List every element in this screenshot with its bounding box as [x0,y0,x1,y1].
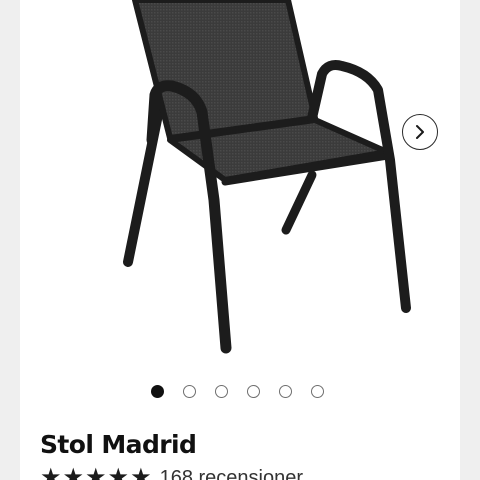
product-rating: ★ ★ ★ ★ ★ 168 recensioner [40,466,303,480]
rating-stars: ★ ★ ★ ★ ★ [40,466,152,480]
gallery-dot[interactable] [279,385,292,398]
reviews-link[interactable]: 168 recensioner [160,467,303,480]
gallery-dot[interactable] [247,385,260,398]
gallery-dot[interactable] [311,385,324,398]
next-image-button[interactable] [402,114,438,150]
gallery-dot[interactable] [183,385,196,398]
gallery-dot[interactable] [215,385,228,398]
star-icon: ★ [40,464,62,480]
star-icon: ★ [107,464,130,480]
star-icon: ★ [130,464,152,480]
star-icon: ★ [85,464,107,480]
chevron-right-icon [416,125,424,139]
product-image[interactable] [100,0,430,360]
product-title: Stol Madrid [40,430,197,459]
gallery-pagination [151,385,324,398]
product-card: Stol Madrid ★ ★ ★ ★ ★ 168 recensioner [20,0,460,480]
gallery-dot[interactable] [151,385,164,398]
star-icon: ★ [62,464,85,480]
